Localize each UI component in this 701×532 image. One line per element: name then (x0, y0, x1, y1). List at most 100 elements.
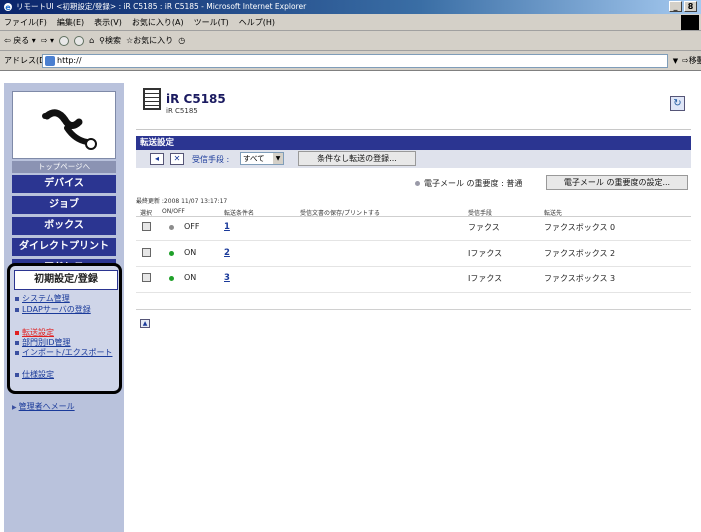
nav-box[interactable]: ボックス (12, 217, 116, 235)
nav-job[interactable]: ジョブ (12, 196, 116, 214)
svg-text:e: e (5, 3, 11, 12)
sidebar: トップページへ デバイス ジョブ ボックス ダイレクトプリント アドレス 初期設… (4, 83, 124, 532)
back-to-top-button[interactable]: ▲ (140, 319, 150, 328)
status-dot-icon (169, 276, 174, 281)
row-checkbox[interactable] (142, 248, 151, 257)
link-label: LDAPサーバの登録 (22, 305, 91, 314)
bullet-icon (15, 350, 19, 355)
address-dropdown-icon[interactable]: ▼ (670, 55, 681, 67)
link-label: 仕様設定 (22, 370, 54, 379)
control-row: ◂ ✕ 受信手段 : すべて ▼ 条件なし転送の登録... (136, 150, 691, 168)
settings-panel: 初期設定/登録 システム管理 LDAPサーバの登録 転送設定 部門別ID管理 イ… (7, 263, 122, 394)
search-label: 検索 (105, 36, 122, 45)
last-updated: 最終更新 :2008 11/07 13:17:17 (136, 198, 228, 205)
divider (136, 309, 691, 310)
row-status: ON (184, 273, 197, 282)
favorites-label: お気に入り (133, 36, 174, 45)
row-condition-link[interactable]: 2 (224, 248, 230, 258)
menu-edit[interactable]: 編集(E) (57, 17, 84, 28)
printer-device-icon (143, 88, 161, 110)
row-checkbox[interactable] (142, 222, 151, 231)
top-page-button[interactable]: トップページへ (12, 161, 116, 173)
link-ldap-server[interactable]: LDAPサーバの登録 (15, 305, 119, 314)
delete-button[interactable]: ✕ (170, 153, 184, 165)
row-receive-method: ファクス (468, 223, 500, 232)
email-priority-settings-button[interactable]: 電子メール の重要度の設定... (546, 175, 688, 190)
main-area: iR C5185 iR C5185 ↻ 転送設定 ◂ ✕ 受信手段 : すべて … (128, 71, 701, 532)
divider (136, 129, 691, 130)
link-label: インポート/エクスポート (22, 348, 113, 357)
row-receive-method: Iファクス (468, 274, 503, 283)
nav-direct-print[interactable]: ダイレクトプリント (12, 238, 116, 256)
settings-panel-title[interactable]: 初期設定/登録 (14, 270, 118, 290)
divider (136, 292, 691, 293)
menu-view[interactable]: 表示(V) (94, 17, 122, 28)
minimize-button[interactable]: _ (669, 1, 682, 12)
row-checkbox[interactable] (142, 273, 151, 282)
chevron-down-icon: ▼ (273, 153, 283, 164)
home-icon[interactable]: ⌂ (89, 36, 94, 45)
link-import-export[interactable]: インポート/エクスポート (15, 348, 119, 357)
bullet-icon (15, 296, 19, 301)
favorites-button[interactable]: ☆お気に入り (126, 35, 173, 46)
receive-method-value: すべて (243, 154, 265, 163)
link-forwarding-settings[interactable]: 転送設定 (15, 328, 119, 337)
link-specification-settings[interactable]: 仕様設定 (15, 370, 119, 379)
history-icon[interactable]: ◷ (178, 36, 185, 45)
internet-explorer-icon: e (4, 3, 12, 12)
refresh-icon[interactable] (74, 35, 85, 46)
up-arrow-icon: ▲ (142, 320, 148, 327)
nav-device[interactable]: デバイス (12, 175, 116, 193)
windows-logo-icon (681, 15, 699, 30)
stop-icon[interactable] (59, 35, 70, 46)
link-system-management[interactable]: システム管理 (15, 294, 119, 303)
menu-file[interactable]: ファイル(F) (4, 17, 47, 28)
remote-ui-logo-icon (42, 109, 97, 150)
status-dot-icon (169, 225, 174, 230)
back-label: 戻る (13, 36, 30, 45)
mail-admin-link[interactable]: 管理者へメール (12, 401, 75, 412)
address-url: http:// (57, 56, 82, 65)
link-department-id[interactable]: 部門別ID管理 (15, 338, 119, 347)
bullet-icon (15, 307, 19, 312)
refresh-page-button[interactable]: ↻ (670, 96, 685, 111)
forward-button[interactable]: ⇨ ▾ (41, 36, 54, 45)
page-icon (45, 56, 55, 66)
row-status: ON (184, 248, 197, 257)
menu-favorites[interactable]: お気に入り(A) (132, 17, 184, 28)
status-dot-icon (415, 181, 420, 186)
row-condition-link[interactable]: 3 (224, 273, 230, 283)
window-title-bar: e リモートUI <初期設定/登録> : iR C5185 : iR C5185… (0, 0, 701, 14)
browser-toolbar: ⇦ 戻る ▾ ⇨ ▾ ⌂ ⚲検索 ☆お気に入り ◷ (0, 31, 701, 51)
section-title: 転送設定 (136, 136, 691, 150)
divider (136, 240, 691, 241)
page-content: トップページへ デバイス ジョブ ボックス ダイレクトプリント アドレス 初期設… (0, 71, 701, 532)
receive-method-select[interactable]: すべて ▼ (240, 152, 284, 165)
address-input[interactable]: http:// (42, 54, 668, 68)
edit-icon: ◂ (154, 154, 159, 163)
bullet-icon (15, 340, 19, 345)
window-controls: _ 8 (669, 1, 697, 12)
status-dot-icon (169, 251, 174, 256)
remote-ui-logo[interactable] (12, 91, 116, 159)
back-arrow-icon: ⇦ (4, 36, 11, 45)
email-priority-text: 電子メール の重要度 : 普通 (424, 179, 523, 188)
device-model: iR C5185 (166, 107, 198, 115)
row-destination: ファクスボックス 0 (544, 223, 616, 232)
register-unconditional-button[interactable]: 条件なし転送の登録... (298, 151, 416, 166)
maximize-button[interactable]: 8 (684, 1, 697, 12)
search-button[interactable]: ⚲検索 (99, 35, 121, 46)
menu-tools[interactable]: ツール(T) (194, 17, 229, 28)
menu-help[interactable]: ヘルプ(H) (239, 17, 275, 28)
row-receive-method: Iファクス (468, 249, 503, 258)
go-arrow-icon: ⇨ (682, 56, 689, 65)
link-label: 転送設定 (22, 328, 54, 337)
divider (136, 216, 691, 217)
window-title: リモートUI <初期設定/登録> : iR C5185 : iR C5185 -… (16, 2, 307, 11)
back-button[interactable]: ⇦ 戻る ▾ (4, 35, 36, 46)
edit-button[interactable]: ◂ (150, 153, 164, 165)
device-name: iR C5185 (166, 92, 226, 106)
row-condition-link[interactable]: 1 (224, 222, 230, 232)
address-bar: アドレス(D) http:// ▼ ⇨移動 (0, 51, 701, 71)
go-button[interactable]: ⇨移動 (682, 53, 701, 69)
